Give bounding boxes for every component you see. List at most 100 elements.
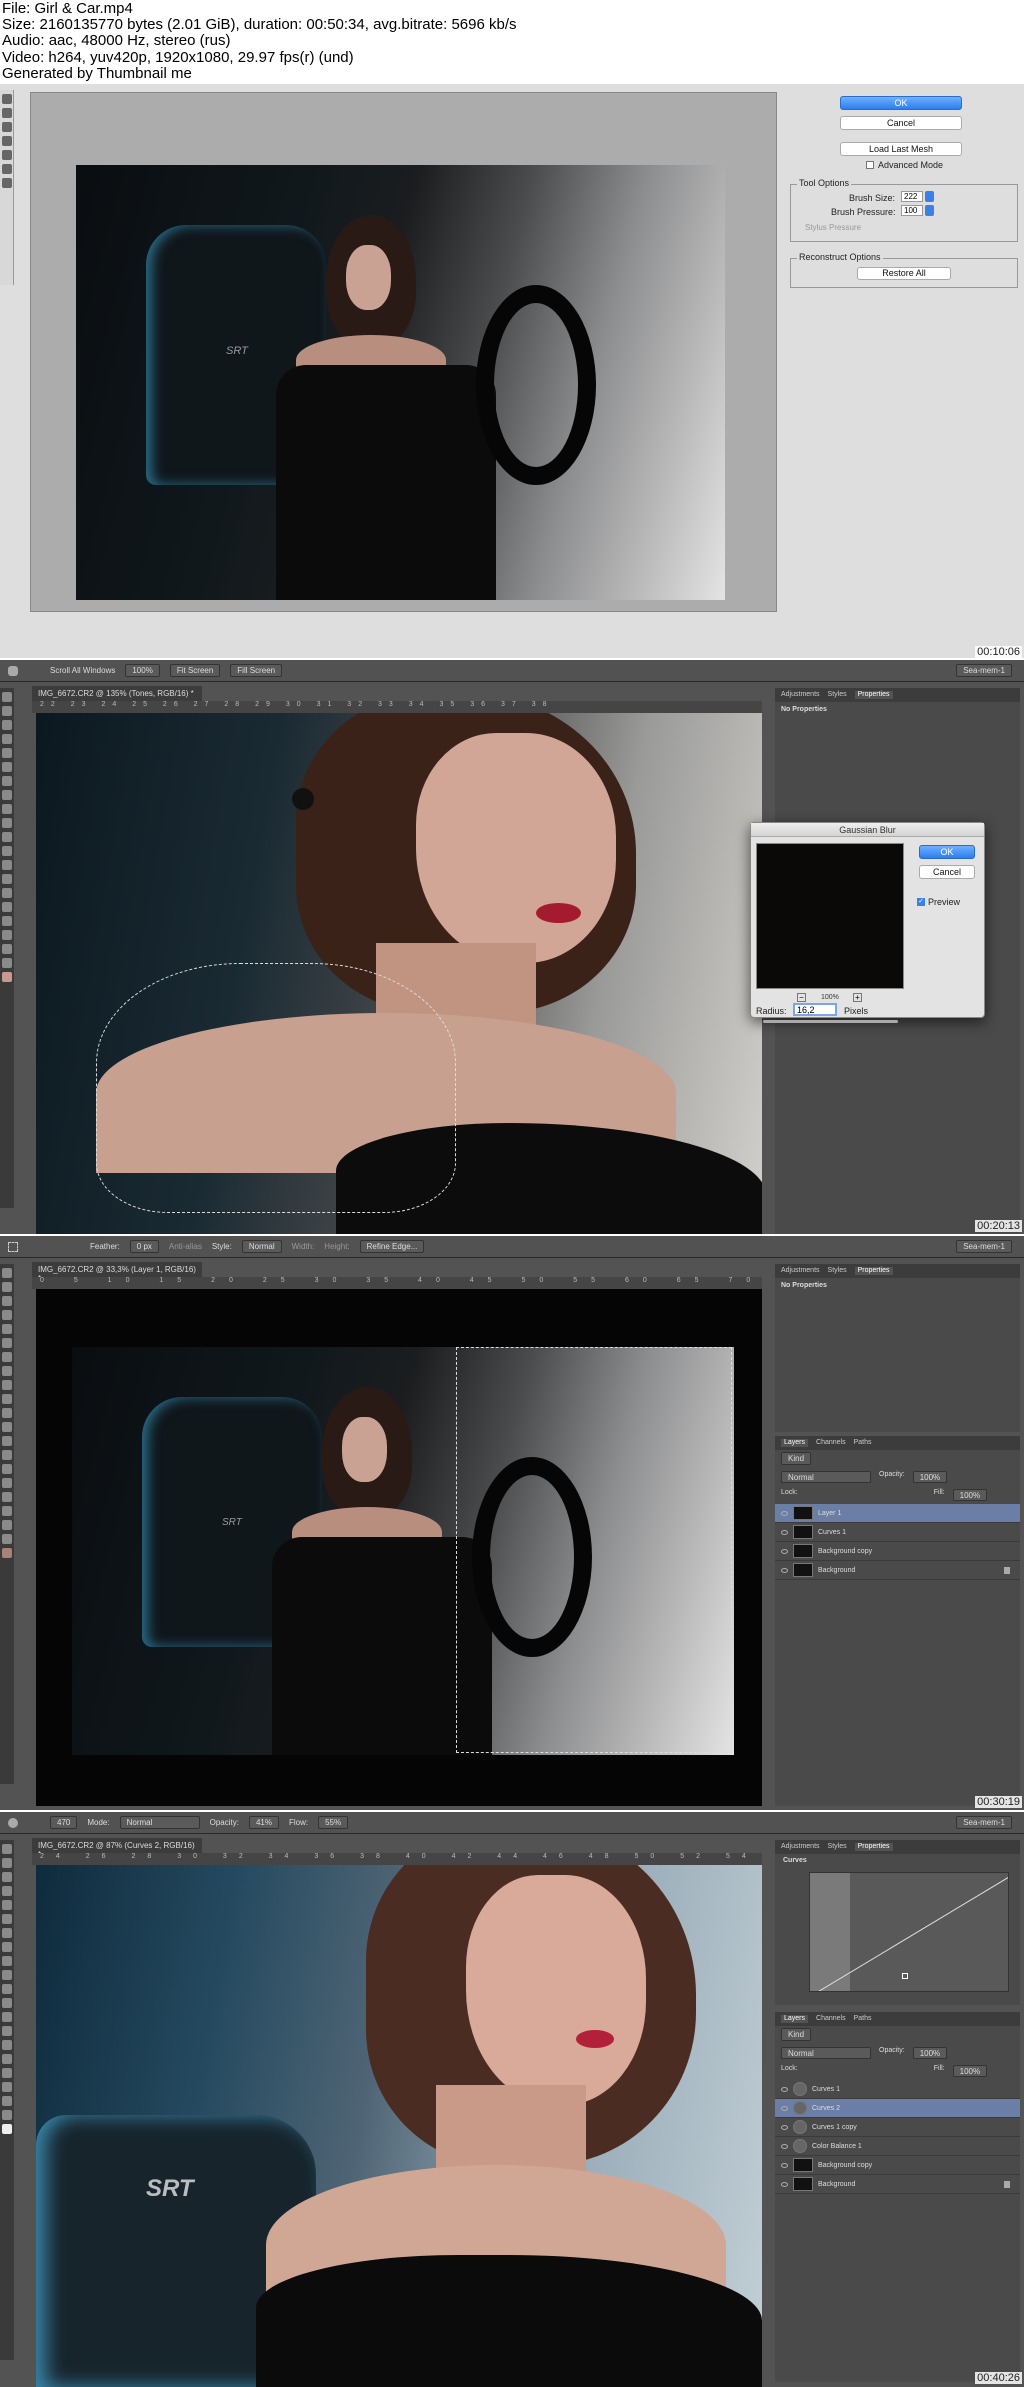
tab-styles[interactable]: Styles	[828, 691, 847, 699]
style-select[interactable]: Normal	[241, 1240, 282, 1253]
lasso-tool-icon[interactable]	[2, 1872, 12, 1882]
eye-icon[interactable]	[781, 1529, 788, 1535]
blend-mode-select[interactable]: Normal	[781, 2047, 871, 2059]
foreground-color-swatch[interactable]	[2, 972, 12, 982]
brush-tool-icon[interactable]	[2, 790, 12, 800]
layer-row[interactable]: Layer 1	[775, 1504, 1020, 1523]
fit-screen-button[interactable]: Fit Screen	[169, 664, 221, 677]
tab-adjustments[interactable]: Adjustments	[781, 1267, 820, 1275]
radius-field[interactable]: 16,2	[793, 1003, 837, 1016]
stamp-tool-icon[interactable]	[2, 1956, 12, 1966]
hand-tool-icon[interactable]	[2, 2096, 12, 2106]
tab-properties[interactable]: Properties	[854, 691, 893, 699]
healing-tool-icon[interactable]	[2, 1928, 12, 1938]
liquify-canvas[interactable]: SRT	[30, 92, 777, 612]
hand-tool-icon[interactable]	[2, 164, 12, 174]
shape-tool-icon[interactable]	[2, 930, 12, 940]
tab-paths[interactable]: Paths	[854, 1439, 872, 1447]
load-last-mesh-button[interactable]: Load Last Mesh	[840, 142, 962, 156]
marquee-tool-icon[interactable]	[2, 1858, 12, 1868]
move-tool-icon[interactable]	[2, 1268, 12, 1278]
move-tool-icon[interactable]	[2, 692, 12, 702]
quick-select-tool-icon[interactable]	[2, 1310, 12, 1320]
mode-select[interactable]: Normal	[119, 1816, 200, 1829]
eye-icon[interactable]	[781, 1567, 788, 1573]
zoom-tool-icon[interactable]	[2, 178, 12, 188]
gradient-tool-icon[interactable]	[2, 1998, 12, 2008]
forward-warp-tool-icon[interactable]	[2, 94, 12, 104]
radius-slider[interactable]	[763, 1020, 898, 1023]
document-canvas[interactable]: SRT	[36, 1289, 762, 1806]
crop-tool-icon[interactable]	[2, 1900, 12, 1910]
gradient-tool-icon[interactable]	[2, 1422, 12, 1432]
tab-channels[interactable]: Channels	[816, 1439, 846, 1447]
curves-graph[interactable]	[809, 1872, 1009, 1992]
tab-properties[interactable]: Properties	[854, 1267, 893, 1275]
blur-tool-icon[interactable]	[2, 2012, 12, 2022]
foreground-color-swatch[interactable]	[2, 2124, 12, 2134]
push-left-tool-icon[interactable]	[2, 150, 12, 160]
tab-styles[interactable]: Styles	[828, 1843, 847, 1851]
tab-layers[interactable]: Layers	[781, 1439, 809, 1447]
hand-tool-icon[interactable]	[8, 665, 18, 676]
pen-tool-icon[interactable]	[2, 2040, 12, 2050]
opacity-field[interactable]: 100%	[912, 1471, 948, 1483]
layer-row[interactable]: Curves 1	[775, 2080, 1020, 2099]
crop-tool-icon[interactable]	[2, 1324, 12, 1334]
lock-icons[interactable]	[806, 1489, 866, 1501]
zoom-tool-icon[interactable]	[2, 2110, 12, 2120]
path-select-icon[interactable]	[2, 2068, 12, 2078]
kind-filter-select[interactable]: Kind	[781, 1452, 812, 1465]
layer-row[interactable]: Color Balance 1	[775, 2137, 1020, 2156]
gradient-tool-icon[interactable]	[2, 846, 12, 856]
eraser-tool-icon[interactable]	[2, 1408, 12, 1418]
pen-tool-icon[interactable]	[2, 1464, 12, 1474]
ok-button[interactable]: OK	[840, 96, 962, 110]
feather-field[interactable]: 0 px	[129, 1240, 159, 1253]
workspace-select[interactable]: Sea-mem-1	[956, 664, 1012, 677]
eye-icon[interactable]	[781, 1548, 788, 1554]
brush-size-field[interactable]: 222	[901, 191, 923, 202]
zoom-tool-icon[interactable]	[2, 1534, 12, 1544]
curve-point-handle[interactable]	[902, 1973, 908, 1979]
workspace-select[interactable]: Sea-mem-1	[956, 1240, 1012, 1253]
eye-icon[interactable]	[781, 2105, 788, 2111]
tab-layers[interactable]: Layers	[781, 2015, 809, 2023]
eye-icon[interactable]	[781, 2181, 788, 2187]
brush-tool-icon[interactable]	[2, 1366, 12, 1376]
blur-tool-icon[interactable]	[2, 860, 12, 870]
workspace-select[interactable]: Sea-mem-1	[956, 1816, 1012, 1829]
fill-field[interactable]: 100%	[952, 2065, 988, 2077]
eraser-tool-icon[interactable]	[2, 832, 12, 842]
layer-row[interactable]: Curves 1 copy	[775, 2118, 1020, 2137]
brush-tool-icon[interactable]	[8, 1817, 18, 1828]
history-brush-icon[interactable]	[2, 818, 12, 828]
layer-row[interactable]: Background	[775, 1561, 1020, 1580]
foreground-color-swatch[interactable]	[2, 1548, 12, 1558]
blur-tool-icon[interactable]	[2, 1436, 12, 1446]
fill-screen-button[interactable]: Fill Screen	[230, 664, 283, 677]
pucker-tool-icon[interactable]	[2, 122, 12, 132]
brush-pressure-field[interactable]: 100	[901, 205, 923, 216]
document-tab[interactable]: IMG_6672.CR2 @ 87% (Curves 2, RGB/16) *	[32, 1838, 202, 1859]
shape-tool-icon[interactable]	[2, 1506, 12, 1516]
eye-icon[interactable]	[781, 2086, 788, 2092]
healing-tool-icon[interactable]	[2, 776, 12, 786]
eyedropper-tool-icon[interactable]	[2, 1338, 12, 1348]
marquee-tool-icon[interactable]	[2, 706, 12, 716]
layer-row[interactable]: Background copy	[775, 1542, 1020, 1561]
type-tool-icon[interactable]	[2, 1478, 12, 1488]
blur-preview-window[interactable]	[756, 843, 904, 989]
document-tab[interactable]: IMG_6672.CR2 @ 33,3% (Layer 1, RGB/16) *	[32, 1262, 202, 1283]
marquee-tool-icon[interactable]	[2, 1282, 12, 1292]
brush-pressure-stepper[interactable]	[925, 205, 934, 216]
reconstruct-tool-icon[interactable]	[2, 108, 12, 118]
tab-adjustments[interactable]: Adjustments	[781, 691, 820, 699]
tab-properties[interactable]: Properties	[854, 1843, 893, 1851]
opacity-field[interactable]: 41%	[248, 1816, 279, 1829]
history-brush-icon[interactable]	[2, 1970, 12, 1980]
bloat-tool-icon[interactable]	[2, 136, 12, 146]
scroll-all-windows-checkbox[interactable]: Scroll All Windows	[50, 666, 115, 675]
hand-tool-icon[interactable]	[2, 1520, 12, 1530]
tab-styles[interactable]: Styles	[828, 1267, 847, 1275]
